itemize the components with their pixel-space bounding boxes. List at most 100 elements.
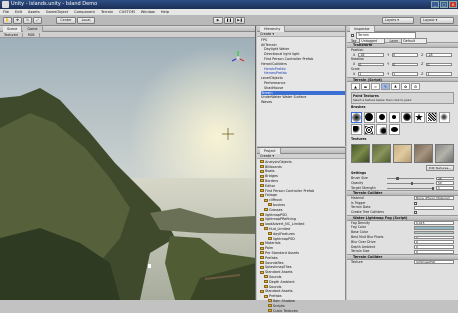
active-checkbox[interactable]: [351, 34, 354, 37]
layout-dropdown[interactable]: Layout ▾: [420, 17, 454, 24]
brushes-label: Brushes: [347, 105, 458, 110]
project-item-label: Foliage: [265, 193, 277, 197]
brush-thumb[interactable]: [389, 124, 400, 135]
rotation-z-field[interactable]: 0: [426, 63, 452, 67]
scale-x-field[interactable]: 1: [358, 72, 384, 76]
grass-texture-thumb[interactable]: [351, 144, 370, 163]
sand-texture-thumb[interactable]: [393, 144, 412, 163]
project-item[interactable]: Cubic Textures: [260, 309, 345, 313]
pause-button[interactable]: ❚❚: [224, 17, 234, 24]
smooth-tool-icon[interactable]: ≈: [371, 83, 380, 90]
fog-density-field[interactable]: 0.015: [414, 221, 454, 225]
brush-thumb[interactable]: [364, 124, 375, 135]
fog-color-swatch[interactable]: [414, 226, 454, 230]
scale-tool-button[interactable]: ⤢: [33, 17, 42, 24]
brush-thumb[interactable]: [351, 124, 362, 135]
rock-texture-thumb[interactable]: [414, 144, 433, 163]
brush-thumb[interactable]: [376, 124, 387, 135]
folder-icon: [268, 203, 272, 206]
move-tool-button[interactable]: ✥: [13, 17, 22, 24]
rotate-tool-button[interactable]: ↻: [23, 17, 32, 24]
target-strength-slider[interactable]: [387, 188, 434, 189]
brush-thumb[interactable]: [439, 112, 450, 123]
base-color-swatch[interactable]: [414, 231, 454, 235]
position-x-field[interactable]: -18: [358, 53, 384, 57]
slider-knob[interactable]: [411, 182, 414, 185]
textures-label: Textures: [347, 137, 458, 142]
layers-dropdown[interactable]: Layers ▾: [382, 17, 414, 24]
opacity-slider[interactable]: [387, 183, 434, 184]
paint-details-tool-icon[interactable]: ✿: [401, 83, 410, 90]
pivot-label: Center: [60, 18, 71, 22]
paint-texture-tool-icon[interactable]: ✎: [381, 83, 390, 90]
scene-panel: Scene Game Textured RGB: [0, 26, 256, 300]
blur-overdrive-field[interactable]: 0: [414, 240, 454, 244]
scale-y-field[interactable]: 1: [392, 72, 418, 76]
step-button[interactable]: ▶❚: [235, 17, 245, 24]
hierarchy-item[interactable]: Waves: [261, 100, 345, 105]
opacity-label: Opacity: [351, 181, 363, 185]
project-item-label: Cubic Textures: [273, 309, 298, 313]
minimize-button[interactable]: _: [431, 1, 439, 8]
brush-hard-icon: [365, 113, 373, 121]
brush-thumb[interactable]: [414, 112, 425, 123]
layer-dropdown[interactable]: Default: [401, 38, 427, 45]
collider-material-field[interactable]: None (Physic Material): [414, 196, 454, 200]
brush-thumb[interactable]: [364, 112, 375, 123]
terrain-collider2-title: Terrain Collider: [353, 255, 382, 259]
fog-density-label: Fog Density: [351, 221, 370, 225]
hand-tool-button[interactable]: ✋: [3, 17, 12, 24]
blur-overdrive-label: Blur Over Drive: [351, 240, 376, 244]
blur-pixels-label: Best Mult Blur Pixels: [351, 235, 383, 239]
tag-dropdown[interactable]: Untagged: [359, 38, 385, 45]
scene-viewport[interactable]: [0, 38, 256, 300]
slider-knob[interactable]: [432, 187, 435, 190]
brush-thumb[interactable]: [389, 112, 400, 123]
project-item-label: lightmapPRefining: [265, 217, 296, 221]
paint-height-tool-icon[interactable]: ▬: [361, 83, 370, 90]
rotation-x-field[interactable]: 0: [358, 63, 384, 67]
texture-row-field: TexturelightmapPSD: [347, 260, 458, 265]
grass-texture-thumb[interactable]: [372, 144, 391, 163]
brush-size-field[interactable]: 25: [436, 177, 454, 181]
brush-thumb[interactable]: [401, 112, 412, 123]
position-z-field[interactable]: -18: [426, 53, 452, 57]
render-mode-dropdown[interactable]: RGB: [24, 33, 40, 37]
folder-icon: [268, 309, 272, 312]
brush-star-icon: [415, 113, 423, 121]
target-strength-field[interactable]: 1: [436, 186, 454, 190]
terrain-settings-tool-icon[interactable]: ⚙: [411, 83, 420, 90]
terrain-size-field[interactable]: 0: [414, 250, 454, 254]
draw-mode-dropdown[interactable]: Textured: [0, 33, 23, 37]
scale-z-field[interactable]: 1: [426, 72, 452, 76]
texture-field[interactable]: lightmapPSD: [414, 260, 454, 264]
terrain-data-field[interactable]: [414, 206, 454, 210]
blur-pixels-field[interactable]: 0: [414, 236, 454, 240]
brush-thumb[interactable]: [426, 112, 437, 123]
depth-ambient-field[interactable]: 0: [414, 245, 454, 249]
raise-terrain-tool-icon[interactable]: ▲: [351, 83, 360, 90]
folder-icon: [260, 256, 264, 259]
opacity-field[interactable]: 50: [436, 181, 454, 185]
layer-label: Layer: [389, 39, 398, 43]
create-tree-colliders-label: Create Tree Colliders: [351, 210, 384, 214]
slider-knob[interactable]: [396, 177, 399, 180]
space-toggle-button[interactable]: Local: [77, 17, 95, 24]
close-button[interactable]: ×: [449, 1, 457, 8]
cliff-texture-thumb[interactable]: [435, 144, 454, 163]
brush-size-slider[interactable]: [387, 178, 434, 179]
project-item-label: Standard Assets: [265, 270, 293, 274]
hierarchy-panel: Hierarchy Create ▾ FPS AllTerrain Daylig…: [257, 26, 346, 146]
place-trees-tool-icon[interactable]: ♣: [391, 83, 400, 90]
rotation-y-field[interactable]: 0: [392, 63, 418, 67]
project-item-label: lightmapPSD: [265, 213, 287, 217]
position-y-field[interactable]: 0: [392, 53, 418, 57]
pivot-toggle-button[interactable]: Center: [56, 17, 76, 24]
brush-thumb[interactable]: [351, 112, 362, 123]
is-trigger-checkbox[interactable]: [414, 202, 417, 205]
brush-thumb[interactable]: [376, 112, 387, 123]
folder-icon: [260, 290, 264, 293]
maximize-button[interactable]: □: [440, 1, 448, 8]
play-button[interactable]: ▶: [213, 17, 223, 24]
create-tree-colliders-checkbox[interactable]: [414, 211, 417, 214]
